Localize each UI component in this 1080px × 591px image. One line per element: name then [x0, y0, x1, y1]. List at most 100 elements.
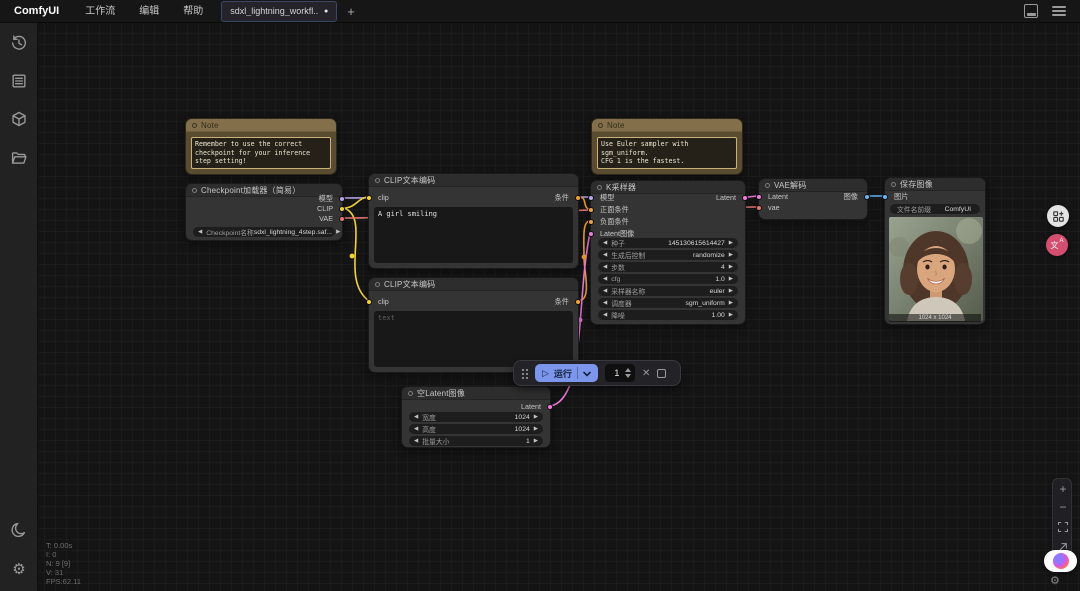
collapse-dot[interactable]: [765, 182, 770, 188]
model-input-port[interactable]: [588, 195, 594, 201]
note-node-left[interactable]: Note Remember to use the correct checkpo…: [185, 118, 337, 175]
conditioning-output-port[interactable]: [575, 299, 581, 305]
note-node-right[interactable]: Note Use Euler sampler with sgm_uniform.…: [591, 118, 743, 175]
next-arrow[interactable]: ▶: [729, 250, 733, 260]
prev-arrow[interactable]: ◀: [603, 274, 607, 284]
sampler-name-widget[interactable]: ◀ 采样器名称 euler ▶: [598, 286, 738, 296]
next-arrow[interactable]: ▶: [729, 238, 733, 248]
zoom-in-button[interactable]: +: [1053, 481, 1073, 497]
latent-input-port[interactable]: [756, 194, 762, 200]
batch-count-input[interactable]: 1: [604, 364, 635, 382]
prev-arrow[interactable]: ◀: [603, 262, 607, 272]
collapse-dot[interactable]: [192, 122, 197, 128]
batch-size-widget[interactable]: ◀ 批量大小 1 ▶: [409, 436, 543, 446]
next-arrow[interactable]: ▶: [534, 424, 538, 434]
cfg-widget[interactable]: ◀ cfg 1.0 ▶: [598, 274, 738, 284]
settings-gear-icon[interactable]: ⚙: [10, 561, 28, 579]
vae-input-port[interactable]: [756, 205, 762, 211]
checkpoint-name-widget[interactable]: ◀ Checkpoint名称 sdxl_lightning_4step.saf.…: [193, 227, 340, 237]
note-node-header[interactable]: Note: [592, 119, 742, 132]
next-arrow[interactable]: ▶: [729, 298, 733, 308]
next-arrow[interactable]: ▶: [729, 310, 733, 320]
node-templates-button[interactable]: [1047, 205, 1069, 227]
next-arrow[interactable]: ▶: [534, 412, 538, 422]
collapse-dot[interactable]: [375, 177, 380, 183]
filename-prefix-widget[interactable]: 文件名前缀 ComfyUI: [890, 204, 980, 214]
theme-moon-icon[interactable]: [10, 521, 28, 539]
new-workflow-button[interactable]: +: [347, 4, 355, 19]
count-increment[interactable]: [624, 368, 631, 372]
empty-latent-node[interactable]: 空Latent图像 Latent ◀ 宽度 1024 ▶ ◀ 高度 1024 ▶…: [401, 386, 553, 448]
comfyui-canvas[interactable]: Note Remember to use the correct checkpo…: [0, 0, 1080, 591]
node-header[interactable]: 保存图像: [885, 178, 985, 191]
clear-queue-button[interactable]: ✕: [642, 368, 650, 379]
menu-edit[interactable]: 编辑: [127, 0, 171, 23]
note-text[interactable]: Remember to use the correct checkpoint f…: [191, 137, 331, 169]
prompt-textarea[interactable]: text: [374, 311, 573, 367]
extension-settings-gear-icon[interactable]: ⚙: [1050, 574, 1060, 587]
save-image-node[interactable]: 保存图像 图片 文件名前缀 ComfyUI 1024 x 1024: [882, 177, 986, 325]
prev-arrow[interactable]: ◀: [603, 238, 607, 248]
history-icon[interactable]: [10, 34, 28, 52]
control-after-generate-widget[interactable]: ◀ 生成后控制 randomize ▶: [598, 250, 738, 260]
latent-output-port[interactable]: [742, 195, 748, 201]
note-text[interactable]: Use Euler sampler with sgm_uniform. CFG …: [597, 137, 737, 169]
node-header[interactable]: 空Latent图像: [402, 387, 550, 400]
bottom-panel-toggle-icon[interactable]: [1024, 4, 1038, 18]
vae-decode-node[interactable]: VAE解码 Latent vae 图像: [756, 178, 870, 220]
fit-view-button[interactable]: [1053, 519, 1073, 535]
scheduler-widget[interactable]: ◀ 调度器 sgm_uniform ▶: [598, 298, 738, 308]
prev-arrow[interactable]: ◀: [414, 412, 418, 422]
clip-input-port[interactable]: [366, 195, 372, 201]
node-header[interactable]: CLIP文本编码: [369, 278, 578, 291]
ksampler-node[interactable]: K采样器 模型 正面条件 负面条件 Latent图像 Latent ◀ 种子 1…: [588, 180, 748, 325]
collapse-dot[interactable]: [597, 184, 602, 190]
model-library-icon[interactable]: [10, 110, 28, 128]
denoise-widget[interactable]: ◀ 降噪 1.00 ▶: [598, 310, 738, 320]
next-arrow[interactable]: ▶: [729, 274, 733, 284]
image-output-port[interactable]: [864, 194, 870, 200]
width-widget[interactable]: ◀ 宽度 1024 ▶: [409, 412, 543, 422]
translate-button[interactable]: 文 A: [1046, 234, 1068, 256]
prev-arrow[interactable]: ◀: [603, 286, 607, 296]
latent-output-port[interactable]: [547, 404, 553, 410]
conditioning-output-port[interactable]: [575, 195, 581, 201]
latent-input-port[interactable]: [588, 231, 594, 237]
next-arrow[interactable]: ▶: [336, 227, 340, 237]
toolbar-drag-handle[interactable]: [521, 367, 528, 379]
clip-input-port[interactable]: [366, 299, 372, 305]
checkpoint-loader-node[interactable]: Checkpoint加载器（简易） 模型 CLIP VAE ◀ Checkpoi…: [185, 183, 345, 241]
run-button[interactable]: ▷ 运行: [535, 364, 598, 382]
count-decrement[interactable]: [624, 374, 631, 378]
queue-icon[interactable]: [10, 72, 28, 90]
positive-input-port[interactable]: [588, 207, 594, 213]
stop-button[interactable]: [657, 368, 667, 378]
prev-arrow[interactable]: ◀: [603, 250, 607, 260]
height-widget[interactable]: ◀ 高度 1024 ▶: [409, 424, 543, 434]
image-input-port[interactable]: [882, 194, 888, 200]
next-arrow[interactable]: ▶: [534, 436, 538, 446]
next-arrow[interactable]: ▶: [729, 286, 733, 296]
next-arrow[interactable]: ▶: [729, 262, 733, 272]
node-header[interactable]: VAE解码: [759, 179, 867, 192]
collapse-dot[interactable]: [375, 281, 380, 287]
zoom-out-button[interactable]: −: [1053, 499, 1073, 515]
prev-arrow[interactable]: ◀: [414, 424, 418, 434]
collapse-dot[interactable]: [192, 187, 197, 193]
clip-output-port[interactable]: [339, 206, 345, 212]
model-output-port[interactable]: [339, 196, 345, 202]
run-options-chevron-icon[interactable]: [583, 364, 591, 382]
collapse-dot[interactable]: [891, 181, 896, 187]
collapse-dot[interactable]: [598, 122, 603, 128]
prev-arrow[interactable]: ◀: [603, 310, 607, 320]
collapse-dot[interactable]: [408, 390, 413, 396]
prev-arrow[interactable]: ◀: [414, 436, 418, 446]
prev-arrow[interactable]: ◀: [603, 298, 607, 308]
prompt-textarea[interactable]: A girl smiling: [374, 207, 573, 263]
workflows-folder-icon[interactable]: [10, 149, 28, 167]
negative-input-port[interactable]: [588, 219, 594, 225]
clip-encode-positive-node[interactable]: CLIP文本编码 clip 条件 A girl smiling: [366, 173, 581, 269]
workflow-tab[interactable]: sdxl_lightning_workfl... ●: [221, 0, 338, 22]
extension-pill-button[interactable]: [1044, 550, 1077, 572]
node-header[interactable]: CLIP文本编码: [369, 174, 578, 187]
